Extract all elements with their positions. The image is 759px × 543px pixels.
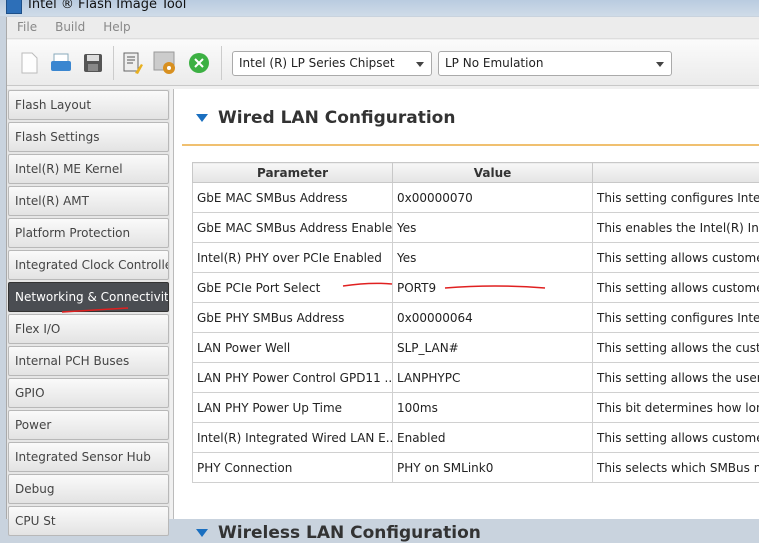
parameter-cell: LAN PHY Power Up Time [193, 393, 393, 423]
description-cell: This setting allows customers [593, 273, 759, 303]
table-row[interactable]: Intel(R) PHY over PCIe EnabledYesThis se… [193, 243, 759, 273]
menu-file[interactable]: File [7, 17, 45, 34]
value-cell[interactable]: Yes [393, 243, 593, 273]
sidebar-item[interactable]: Platform Protection [8, 218, 169, 248]
section-title: Wired LAN Configuration [218, 108, 455, 128]
value-cell[interactable]: PORT9 [393, 273, 593, 303]
settings-icon[interactable] [153, 51, 177, 75]
table-row[interactable]: LAN Power WellSLP_LAN#This setting allow… [193, 333, 759, 363]
section-header-wired-lan[interactable]: Wired LAN Configuration [196, 108, 455, 128]
chevron-down-icon [656, 62, 664, 67]
emulation-value: LP No Emulation [445, 56, 543, 70]
section-title: Wireless LAN Configuration [218, 523, 481, 543]
parameter-cell: PHY Connection [193, 453, 393, 483]
parameter-cell: GbE MAC SMBus Address Enabled [193, 213, 393, 243]
parameter-cell: LAN Power Well [193, 333, 393, 363]
sidebar-item[interactable]: Flash Layout [8, 90, 169, 120]
chipset-select[interactable]: Intel (R) LP Series Chipset [232, 51, 432, 76]
parameter-cell: LAN PHY Power Control GPD11 ... [193, 363, 393, 393]
chipset-value: Intel (R) LP Series Chipset [239, 56, 395, 70]
save-icon[interactable] [81, 51, 105, 75]
parameter-table: ParameterValue GbE MAC SMBus Address0x00… [192, 162, 759, 483]
sidebar-item[interactable]: Integrated Clock Controller [8, 250, 169, 280]
value-cell[interactable]: Yes [393, 213, 593, 243]
value-cell[interactable]: 100ms [393, 393, 593, 423]
sidebar-item[interactable]: Flash Settings [8, 122, 169, 152]
emulation-select[interactable]: LP No Emulation [438, 51, 672, 76]
value-cell[interactable]: PHY on SMLink0 [393, 453, 593, 483]
description-cell: This setting allows the user to [593, 363, 759, 393]
menu-build[interactable]: Build [45, 17, 93, 34]
parameter-cell: GbE MAC SMBus Address [193, 183, 393, 213]
toolbar-separator [113, 46, 114, 80]
sidebar-item[interactable]: Integrated Sensor Hub [8, 442, 169, 472]
build-icon[interactable] [187, 51, 211, 75]
parameter-cell: Intel(R) PHY over PCIe Enabled [193, 243, 393, 273]
sidebar-item[interactable]: Flex I/O [8, 314, 169, 344]
table-row[interactable]: PHY ConnectionPHY on SMLink0This selects… [193, 453, 759, 483]
sidebar-item[interactable]: GPIO [8, 378, 169, 408]
app-icon [6, 0, 22, 14]
description-cell: This enables the Intel(R) Inte [593, 213, 759, 243]
table-row[interactable]: GbE MAC SMBus Address0x00000070This sett… [193, 183, 759, 213]
sidebar-item[interactable]: Networking & Connectivity [8, 282, 169, 312]
value-cell[interactable]: SLP_LAN# [393, 333, 593, 363]
window-title: Intel ® Flash Image Tool [28, 0, 186, 12]
table-row[interactable]: Intel(R) Integrated Wired LAN E...Enable… [193, 423, 759, 453]
toolbar-separator [221, 46, 222, 80]
section-header-wireless-lan[interactable]: Wireless LAN Configuration [196, 523, 481, 543]
sidebar-item[interactable]: Debug [8, 474, 169, 504]
open-icon[interactable] [49, 51, 73, 75]
value-cell[interactable]: Enabled [393, 423, 593, 453]
table-row[interactable]: GbE MAC SMBus Address EnabledYesThis ena… [193, 213, 759, 243]
table-row[interactable]: GbE PHY SMBus Address0x00000064This sett… [193, 303, 759, 333]
sidebar-item[interactable]: Intel(R) ME Kernel [8, 154, 169, 184]
sidebar: Flash LayoutFlash SettingsIntel(R) ME Ke… [7, 89, 170, 519]
description-cell: This setting allows the custom [593, 333, 759, 363]
toolbar: Intel (R) LP Series Chipset LP No Emulat… [7, 40, 759, 86]
description-cell: This setting configures Intel(R [593, 303, 759, 333]
table-row[interactable]: LAN PHY Power Control GPD11 ...LANPHYPCT… [193, 363, 759, 393]
edit-clean-icon[interactable] [121, 51, 145, 75]
sidebar-item[interactable]: CPU St [8, 506, 169, 536]
description-cell: This setting allows customers [593, 423, 759, 453]
content-panel: Wired LAN Configuration ParameterValue G… [173, 89, 759, 519]
parameter-cell: GbE PCIe Port Select [193, 273, 393, 303]
value-cell[interactable]: 0x00000064 [393, 303, 593, 333]
menu-help[interactable]: Help [93, 17, 138, 34]
table-row[interactable]: LAN PHY Power Up Time100msThis bit deter… [193, 393, 759, 423]
table-row[interactable]: GbE PCIe Port SelectPORT9This setting al… [193, 273, 759, 303]
description-cell: This bit determines how long [593, 393, 759, 423]
sidebar-item[interactable]: Internal PCH Buses [8, 346, 169, 376]
collapse-triangle-icon [196, 114, 208, 122]
chevron-down-icon [416, 62, 424, 67]
main-window: FileBuildHelp Intel (R) LP Series Chipse… [6, 17, 759, 519]
description-cell: This setting configures Intel(R [593, 183, 759, 213]
value-cell[interactable]: 0x00000070 [393, 183, 593, 213]
description-cell: This setting allows customers [593, 243, 759, 273]
menu-bar: FileBuildHelp [7, 17, 759, 39]
section-divider [182, 144, 759, 146]
new-file-icon[interactable] [17, 51, 41, 75]
column-header: Parameter [193, 163, 393, 183]
description-cell: This selects which SMBus net [593, 453, 759, 483]
parameter-cell: Intel(R) Integrated Wired LAN E... [193, 423, 393, 453]
sidebar-item[interactable]: Power [8, 410, 169, 440]
parameter-cell: GbE PHY SMBus Address [193, 303, 393, 333]
column-header: Value [393, 163, 593, 183]
column-header [593, 163, 759, 183]
collapse-triangle-icon [196, 529, 208, 537]
sidebar-item[interactable]: Intel(R) AMT [8, 186, 169, 216]
value-cell[interactable]: LANPHYPC [393, 363, 593, 393]
title-bar: Intel ® Flash Image Tool [0, 0, 759, 16]
